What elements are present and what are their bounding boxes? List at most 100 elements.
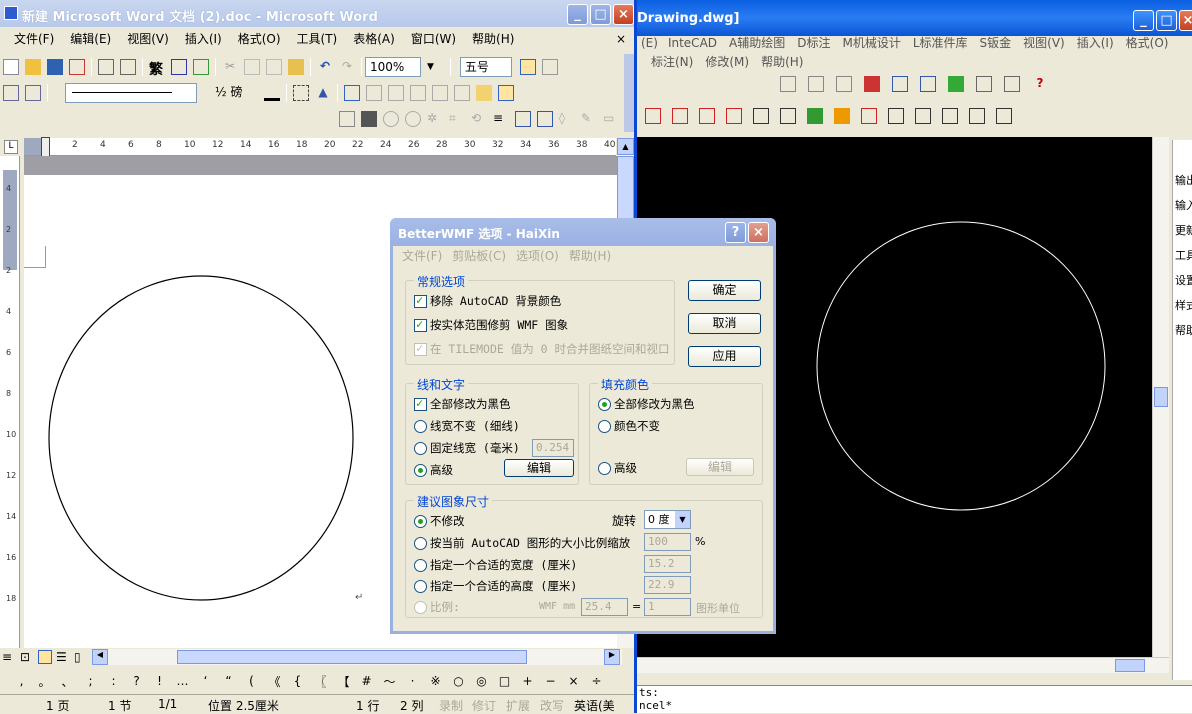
lines-advanced-radio[interactable]: 高级 (414, 462, 453, 478)
hscroll-thumb[interactable] (177, 650, 527, 664)
status-track-changes[interactable]: 修订 (472, 697, 496, 714)
pan-icon[interactable] (948, 76, 964, 92)
status-record[interactable]: 录制 (439, 697, 463, 714)
menu-format[interactable]: 格式(O) (230, 27, 289, 51)
borders-icon[interactable] (293, 85, 309, 101)
dialog-menu-help[interactable]: 帮助(H) (564, 244, 616, 268)
symbol-button[interactable]: , (10, 674, 33, 688)
dialog-menu-options[interactable]: 选项(O) (511, 244, 564, 268)
symbol-button[interactable]: × (562, 674, 585, 688)
symbol-button[interactable]: − (539, 674, 562, 688)
cad-command-line[interactable]: ts: ncel* (637, 685, 1192, 713)
menu-tools[interactable]: 工具(T) (289, 27, 346, 51)
radio-circle[interactable] (414, 514, 427, 528)
hscroll-right-button[interactable]: ▶ (604, 649, 620, 665)
draw-tool-icon[interactable] (699, 108, 715, 124)
symbol-button[interactable]: 《 (263, 673, 286, 690)
cad-side-item[interactable]: 工具 (1175, 247, 1192, 263)
ratio-units-input[interactable]: 1 (644, 598, 691, 616)
cad-side-item[interactable]: 帮助 (1175, 322, 1192, 338)
symbol-button[interactable]: ～ (378, 673, 401, 690)
paste-icon[interactable] (836, 76, 852, 92)
copy-icon[interactable] (808, 76, 824, 92)
cad-menu-item[interactable]: 修改(M) (699, 50, 755, 74)
reading-layout-icon[interactable]: ▯ (74, 650, 88, 664)
rotate-select[interactable]: 0 度 ▼ (644, 510, 691, 529)
undo-icon[interactable]: ↶ (317, 59, 333, 75)
chevron-down-icon[interactable]: ▼ (427, 62, 434, 72)
cad-close-button[interactable]: × (1179, 10, 1192, 31)
reset-picture-icon[interactable]: ▭ (603, 111, 619, 127)
fill-all-black-radio[interactable]: 全部修改为黑色 (598, 396, 695, 412)
radio-circle[interactable] (414, 600, 427, 614)
line-style-icon[interactable]: ≡ (493, 111, 509, 127)
compress-icon[interactable] (515, 111, 531, 127)
zoom-realtime-icon[interactable] (976, 76, 992, 92)
checkbox-box[interactable] (414, 341, 427, 356)
help-icon[interactable]: ? (1032, 76, 1048, 92)
cad-side-item[interactable]: 更新 (1175, 222, 1192, 238)
insert-picture-icon[interactable] (339, 111, 355, 127)
radio-circle[interactable] (414, 419, 427, 433)
format-picture-icon[interactable]: ◊ (559, 111, 575, 127)
dimension-icon[interactable] (915, 108, 931, 124)
menu-help[interactable]: 帮助(H) (464, 27, 522, 51)
symbol-button[interactable]: ! (148, 674, 171, 688)
draw-tool-icon[interactable] (861, 108, 877, 124)
no-change-radio[interactable]: 不修改 (414, 513, 465, 529)
traditional-chinese-icon[interactable]: 繁 (149, 59, 165, 78)
fill-edit-button[interactable]: 编辑 (686, 458, 754, 476)
checkbox-box[interactable] (414, 293, 427, 308)
fill-advanced-radio[interactable]: 高级 (598, 460, 637, 476)
print-icon[interactable] (98, 59, 114, 75)
autoformat-icon[interactable] (476, 85, 492, 101)
dimension-icon[interactable] (969, 108, 985, 124)
rotate-icon[interactable]: ⟲ (471, 111, 487, 127)
menu-table[interactable]: 表格(A) (345, 27, 403, 51)
scale-radio[interactable]: 按当前 AutoCAD 图形的大小比例缩放 (414, 535, 630, 551)
cad-side-item[interactable]: 输入 (1175, 197, 1192, 213)
transparent-color-icon[interactable]: ✎ (581, 111, 597, 127)
symbol-button[interactable]: # (355, 674, 378, 688)
print-preview-icon[interactable] (120, 59, 136, 75)
symbol-button[interactable]: ‘ (194, 674, 217, 688)
symbol-button[interactable]: 、 (56, 673, 79, 690)
table-tool-icon[interactable] (454, 85, 470, 101)
symbol-button[interactable]: ; (79, 674, 102, 688)
chevron-down-icon[interactable]: ▼ (675, 511, 690, 528)
word-close-button[interactable]: × (613, 4, 634, 25)
merge-paperspace-checkbox[interactable]: 在 TILEMODE 值为 0 时合并图纸空间和视口 (414, 341, 670, 357)
cad-scroll-thumb[interactable] (1154, 387, 1168, 407)
permission-icon[interactable] (69, 59, 85, 75)
research-icon[interactable] (193, 59, 209, 75)
symbol-button[interactable]: ÷ (585, 674, 608, 688)
menu-window[interactable]: 窗口(W) (403, 27, 464, 51)
symbol-button[interactable]: 。 (33, 673, 56, 690)
close-document-button[interactable]: × (616, 27, 626, 51)
symbol-button[interactable]: … (171, 674, 194, 688)
radio-circle[interactable] (598, 461, 611, 475)
fill-keep-radio[interactable]: 颜色不变 (598, 418, 660, 434)
table-tool-icon[interactable] (388, 85, 404, 101)
normal-view-icon[interactable]: ≡ (2, 650, 16, 664)
dimension-icon[interactable] (942, 108, 958, 124)
checklist-icon[interactable] (25, 85, 41, 101)
symbol-button[interactable]: ◎ (470, 674, 493, 688)
outline-view-icon[interactable]: ☰ (56, 650, 70, 664)
table-tool-icon[interactable] (432, 85, 448, 101)
symbol-button[interactable]: : (102, 674, 125, 688)
cut-icon[interactable] (780, 76, 796, 92)
print-layout-icon[interactable] (38, 650, 52, 664)
text-wrap-icon[interactable] (537, 111, 553, 127)
hscroll-left-button[interactable]: ◀ (92, 649, 108, 665)
cad-menu-item[interactable]: 帮助(H) (755, 50, 809, 74)
keep-lineweight-radio[interactable]: 线宽不变 (细线) (414, 418, 520, 434)
draw-tool-icon[interactable] (780, 108, 796, 124)
open-folder-icon[interactable] (25, 59, 41, 75)
dialog-close-button[interactable]: × (748, 222, 769, 243)
checkbox-box[interactable] (414, 396, 427, 411)
hatch-icon[interactable] (726, 108, 742, 124)
new-document-icon[interactable] (3, 59, 19, 75)
draw-tool-icon[interactable] (753, 108, 769, 124)
symbol-button[interactable]: “ (217, 674, 240, 688)
